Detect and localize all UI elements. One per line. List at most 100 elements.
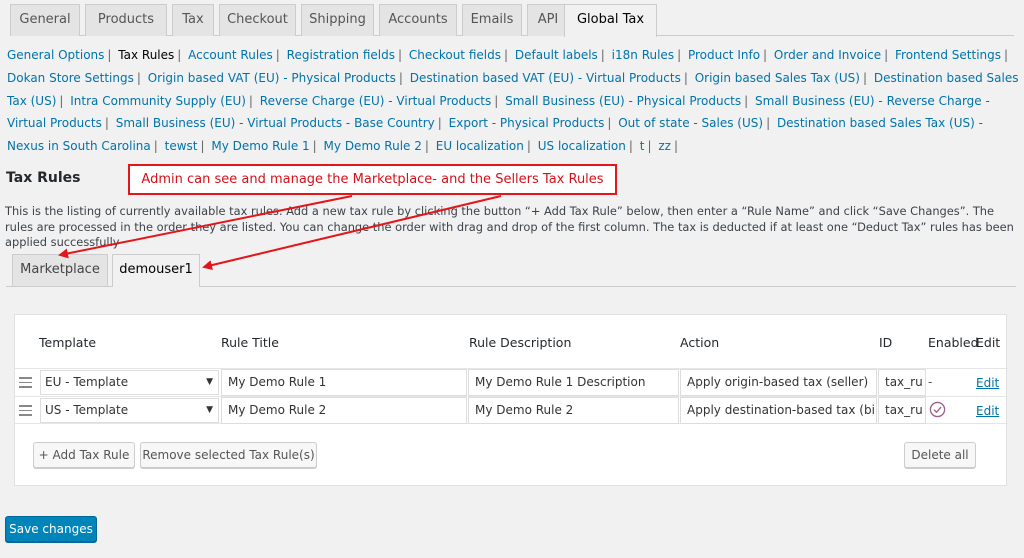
sub-link[interactable]: zz [658, 139, 671, 153]
link-separator: | [200, 139, 205, 154]
template-select[interactable]: US - Template ▼ [40, 398, 219, 423]
link-separator: | [275, 48, 280, 62]
drag-handle-icon[interactable] [19, 405, 32, 416]
header-rule-title: Rule Title [221, 335, 279, 350]
rule-action[interactable]: Apply origin-based tax (seller) [680, 369, 877, 396]
tab-tax[interactable]: Tax [172, 4, 214, 36]
rule-title-input[interactable]: My Demo Rule 1 [221, 369, 467, 396]
header-enabled: Enabled [928, 335, 979, 350]
link-separator: | [766, 116, 771, 131]
sub-link[interactable]: My Demo Rule 1 [211, 139, 309, 153]
link-separator: | [677, 48, 682, 62]
sub-link[interactable]: US localization [538, 139, 626, 153]
rule-id: tax_ru [878, 369, 926, 396]
drag-handle-icon[interactable] [19, 377, 32, 388]
sub-link[interactable]: tewst [165, 139, 198, 153]
rule-description-input[interactable]: My Demo Rule 1 Description [468, 369, 679, 396]
rule-title-input[interactable]: My Demo Rule 2 [221, 397, 467, 424]
link-separator: | [647, 139, 652, 154]
header-rule-description: Rule Description [469, 335, 572, 350]
tab-global-tax[interactable]: Global Tax [564, 4, 657, 37]
link-separator: | [600, 48, 605, 62]
rule-description-input[interactable]: My Demo Rule 2 [468, 397, 679, 424]
edit-link[interactable]: Edit [976, 376, 999, 390]
chevron-down-icon: ▼ [206, 405, 213, 415]
link-separator: | [884, 48, 889, 62]
link-separator: | [136, 70, 141, 85]
sub-link[interactable]: Export - Physical Products [449, 116, 605, 130]
link-separator: | [248, 93, 253, 108]
link-separator: | [494, 93, 499, 108]
link-separator: | [628, 139, 633, 154]
section-description: This is the listing of currently availab… [5, 204, 1014, 249]
sub-link[interactable]: Intra Community Supply (EU) [70, 94, 246, 108]
link-separator: | [503, 48, 509, 62]
sub-link[interactable]: Order and Invoice [774, 48, 881, 62]
remove-tax-rule-button[interactable]: Remove selected Tax Rule(s) [140, 442, 317, 468]
tab-emails[interactable]: Emails [462, 4, 522, 36]
sub-link[interactable]: Destination based VAT (EU) - Virtual Pro… [410, 71, 681, 85]
section-title: Tax Rules [6, 170, 81, 186]
annotation-callout: Admin can see and manage the Marketplace… [128, 164, 617, 195]
owner-tabs: Marketplace demouser1 [6, 254, 1016, 287]
link-separator: | [104, 116, 109, 131]
link-separator: | [526, 139, 531, 154]
chevron-down-icon: ▼ [206, 377, 213, 387]
save-changes-button[interactable]: Save changes [5, 516, 97, 542]
sub-link[interactable]: Dokan Store Settings [7, 71, 134, 85]
edit-link[interactable]: Edit [976, 404, 999, 418]
tab-shipping[interactable]: Shipping [301, 4, 374, 36]
link-separator: | [177, 48, 182, 62]
main-nav-tabs: General Products Tax Checkout Shipping A… [10, 4, 1014, 37]
link-separator: | [763, 48, 768, 62]
link-separator: | [59, 93, 64, 108]
sub-navigation: General Options | Tax Rules | Account Rule… [7, 44, 1019, 158]
template-select[interactable]: EU - Template ▼ [40, 370, 219, 395]
tab-general[interactable]: General [10, 4, 80, 36]
add-tax-rule-button[interactable]: + Add Tax Rule [33, 442, 135, 468]
link-separator: | [107, 48, 112, 62]
sub-link[interactable]: Small Business (EU) - Physical Products [505, 94, 741, 108]
enabled-check-icon[interactable] [929, 401, 946, 418]
sub-link[interactable]: Out of state - Sales (US) [618, 116, 763, 130]
sub-link[interactable]: Registration fields [287, 48, 395, 62]
link-separator: | [153, 139, 158, 154]
link-separator: | [398, 48, 403, 62]
tab-demouser1[interactable]: demouser1 [112, 254, 200, 287]
sub-link[interactable]: Origin based Sales Tax (US) [695, 71, 860, 85]
tab-products[interactable]: Products [85, 4, 167, 36]
sub-link[interactable]: Reverse Charge (EU) - Virtual Products [260, 94, 491, 108]
link-separator: | [437, 116, 442, 131]
sub-link[interactable]: My Demo Rule 2 [324, 139, 422, 153]
link-separator: | [424, 139, 429, 154]
table-row: US - Template ▼ My Demo Rule 2 My Demo Ru… [15, 396, 1008, 424]
sub-link[interactable]: Frontend Settings [895, 48, 1001, 62]
header-template: Template [39, 335, 97, 350]
tab-accounts[interactable]: Accounts [379, 4, 457, 36]
sub-link[interactable]: Account Rules [188, 48, 273, 62]
sub-link[interactable]: Default labels [515, 48, 598, 62]
delete-all-button[interactable]: Delete all [904, 442, 976, 468]
sub-link[interactable]: EU localization [436, 139, 524, 153]
link-separator: | [312, 139, 317, 154]
table-row: EU - Template ▼ My Demo Rule 1 My Demo Ru… [15, 368, 1008, 396]
tab-api[interactable]: API [527, 4, 569, 36]
link-separator: | [744, 93, 749, 108]
sub-link[interactable]: Tax Rules [118, 48, 174, 62]
header-id: ID [879, 335, 893, 350]
sub-link[interactable]: General Options [7, 48, 104, 62]
link-separator: | [607, 116, 612, 131]
sub-link[interactable]: Checkout fields [409, 48, 501, 62]
link-separator: | [398, 70, 403, 85]
sub-link[interactable]: Origin based VAT (EU) - Physical Product… [148, 71, 396, 85]
enabled-status: - [928, 375, 933, 389]
sub-link[interactable]: i18n Rules [612, 48, 674, 62]
tab-checkout[interactable]: Checkout [219, 4, 296, 36]
sub-link[interactable]: Product Info [688, 48, 760, 62]
link-separator: | [862, 70, 868, 85]
tab-marketplace[interactable]: Marketplace [12, 254, 108, 286]
link-separator: | [673, 139, 679, 154]
rule-id: tax_ru [878, 397, 926, 424]
rule-action[interactable]: Apply destination-based tax (bill [680, 397, 877, 424]
sub-link[interactable]: Small Business (EU) - Virtual Products -… [116, 116, 435, 130]
